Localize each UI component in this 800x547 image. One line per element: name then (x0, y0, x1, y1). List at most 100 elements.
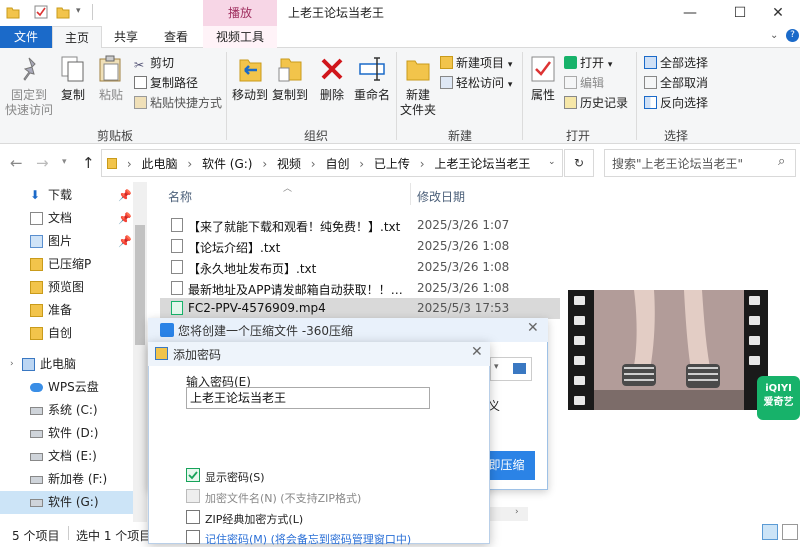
list-item[interactable]: 【论坛介绍】.txt 2025/3/26 1:08 (160, 236, 560, 257)
delete-button[interactable]: 删除 (314, 54, 350, 103)
breadcrumb-current-folder[interactable]: 上老王论坛当老王 (434, 157, 530, 171)
refresh-button[interactable]: ↻ (564, 149, 594, 177)
properties-label: 属性 (530, 88, 555, 102)
list-item[interactable]: 最新地址及APP请发邮箱自动获取！！！... 2025/3/26 1:08 (160, 278, 560, 299)
tab-file[interactable]: 文件 (0, 26, 52, 48)
compress-dialog-title: 您将创建一个压缩文件 -360压缩 (178, 324, 354, 338)
breadcrumb-original[interactable]: 自创 (325, 157, 349, 171)
scroll-right-icon[interactable]: › (515, 507, 519, 517)
column-header-name[interactable]: 名称 (168, 188, 192, 205)
breadcrumb-separator: › (419, 157, 425, 171)
drive-icon (30, 476, 43, 484)
status-item-count: 5 个项目 (12, 529, 60, 543)
sidebar-item-drive-f[interactable]: 新加卷 (F:) (0, 468, 146, 491)
sidebar-item-previews[interactable]: 预览图 (0, 276, 146, 299)
compress-dialog-close-icon[interactable]: ✕ (527, 320, 539, 336)
copy-path-button[interactable]: 复制路径 (134, 74, 198, 92)
tab-video-tools[interactable]: 视频工具 (203, 26, 277, 48)
move-to-icon (235, 54, 265, 84)
sidebar-item-wps-cloud[interactable]: WPS云盘 (0, 376, 146, 399)
tab-home[interactable]: 主页 (52, 26, 102, 49)
new-item-button[interactable]: 新建项目 ▾ (440, 54, 512, 72)
cut-button[interactable]: ✂ 剪切 (134, 54, 174, 72)
sidebar-scrollbar-thumb[interactable] (135, 225, 145, 345)
sidebar-item-drive-d[interactable]: 软件 (D:) (0, 422, 146, 445)
open-button[interactable]: 打开 ▾ (564, 54, 612, 72)
tab-view[interactable]: 查看 (152, 26, 200, 48)
breadcrumb-uploaded[interactable]: 已上传 (374, 157, 410, 171)
address-dropdown-icon[interactable]: ⌄ (548, 157, 556, 167)
properties-button[interactable]: 属性 (526, 54, 560, 103)
breadcrumb-this-pc[interactable]: 此电脑 (141, 157, 177, 171)
sidebar-item-prepare[interactable]: 准备 (0, 299, 146, 322)
sidebar-item-compressed[interactable]: 已压缩P (0, 253, 146, 276)
minimize-button[interactable]: — (668, 2, 712, 24)
pin-to-quick-access-button[interactable]: 固定到 快速访问 (4, 54, 54, 118)
sidebar-item-original[interactable]: 自创 (0, 322, 146, 345)
paste-shortcut-button[interactable]: 粘贴快捷方式 (134, 94, 222, 112)
properties-icon[interactable] (34, 5, 48, 19)
new-folder-button[interactable]: 新建 文件夹 (400, 54, 436, 118)
copy-to-button[interactable]: 复制到 (270, 54, 310, 103)
sidebar-item-drive-e[interactable]: 文档 (E:) (0, 445, 146, 468)
up-arrow-icon[interactable]: ↑ (82, 154, 95, 172)
column-header-date[interactable]: 修改日期 (417, 188, 465, 205)
sidebar-item-pictures[interactable]: 图片 📌 (0, 230, 146, 253)
ribbon: 固定到 快速访问 复制 粘贴 ✂ 剪切 复制路径 粘贴快捷方式 剪贴板 移动到 复… (0, 48, 800, 144)
new-folder-icon[interactable] (56, 5, 70, 19)
rename-button[interactable]: 重命名 (352, 54, 392, 103)
password-input[interactable]: 上老王论坛当老王 (186, 387, 430, 409)
close-button[interactable]: ✕ (756, 2, 800, 24)
dropdown-icon: ▾ (507, 60, 513, 70)
move-to-button[interactable]: 移动到 (230, 54, 270, 103)
show-password-checkbox[interactable] (186, 468, 200, 482)
collapse-ribbon-icon[interactable]: ⌄ (770, 30, 778, 41)
select-all-button[interactable]: 全部选择 (644, 54, 708, 72)
sidebar-item-drive-c[interactable]: 系统 (C:) (0, 399, 146, 422)
details-view-icon[interactable] (762, 524, 778, 540)
film-perforation (574, 296, 585, 305)
compress-path-combo[interactable]: ▾ (490, 357, 532, 381)
breadcrumb: › 此电脑 › 软件 (G:) › 视频 › 自创 › 已上传 › 上老王论坛当… (107, 155, 530, 172)
title-separator (92, 4, 93, 20)
history-button[interactable]: 历史记录 (564, 94, 628, 112)
pin-icon: 📌 (118, 189, 132, 202)
forward-arrow-icon[interactable]: → (36, 154, 49, 172)
zip-classic-encryption-checkbox[interactable] (186, 510, 200, 524)
expand-chevron-icon[interactable]: › (10, 353, 14, 376)
select-none-button[interactable]: 全部取消 (644, 74, 708, 92)
sidebar-item-this-pc[interactable]: › 此电脑 (0, 353, 146, 376)
sidebar-item-downloads[interactable]: ⬇ 下载 📌 (0, 184, 146, 207)
add-password-close-icon[interactable]: ✕ (471, 344, 483, 360)
list-item[interactable]: 【来了就能下载和观看！纯免费！】.txt 2025/3/26 1:07 (160, 215, 560, 236)
group-separator (226, 52, 227, 140)
drive-icon (30, 499, 43, 507)
breadcrumb-separator: › (187, 157, 193, 171)
easy-access-button[interactable]: 轻松访问 ▾ (440, 74, 512, 92)
paste-button[interactable]: 粘贴 (94, 54, 128, 103)
edit-button[interactable]: 编辑 (564, 74, 604, 92)
list-item[interactable]: 【永久地址发布页】.txt 2025/3/26 1:08 (160, 257, 560, 278)
sidebar-item-drive-g[interactable]: 软件 (G:) (0, 491, 146, 514)
sidebar-item-documents[interactable]: 文档 📌 (0, 207, 146, 230)
recent-locations-icon[interactable]: ▾ (62, 157, 67, 167)
breadcrumb-drive-g[interactable]: 软件 (G:) (202, 157, 253, 171)
invert-selection-icon (644, 96, 657, 109)
encrypt-filenames-checkbox[interactable] (186, 489, 200, 503)
video-file-icon (171, 301, 183, 315)
list-item-selected[interactable]: FC2-PPV-4576909.mp4 2025/5/3 17:53 (160, 298, 560, 319)
remember-password-checkbox[interactable] (186, 530, 200, 544)
help-icon[interactable]: ? (786, 29, 799, 42)
large-icons-view-icon[interactable] (782, 524, 798, 540)
copy-button[interactable]: 复制 (56, 54, 90, 103)
tab-share[interactable]: 共享 (104, 26, 148, 48)
back-arrow-icon[interactable]: ← (10, 154, 23, 172)
breadcrumb-videos[interactable]: 视频 (277, 157, 301, 171)
add-password-title: 添加密码 (173, 348, 222, 362)
cloud-icon (30, 383, 43, 392)
quick-access-dropdown-icon[interactable]: ▾ (76, 6, 81, 16)
film-perforation (574, 376, 585, 385)
invert-selection-button[interactable]: 反向选择 (644, 94, 708, 112)
search-icon[interactable]: ⌕ (778, 154, 785, 169)
column-divider[interactable] (410, 183, 411, 205)
